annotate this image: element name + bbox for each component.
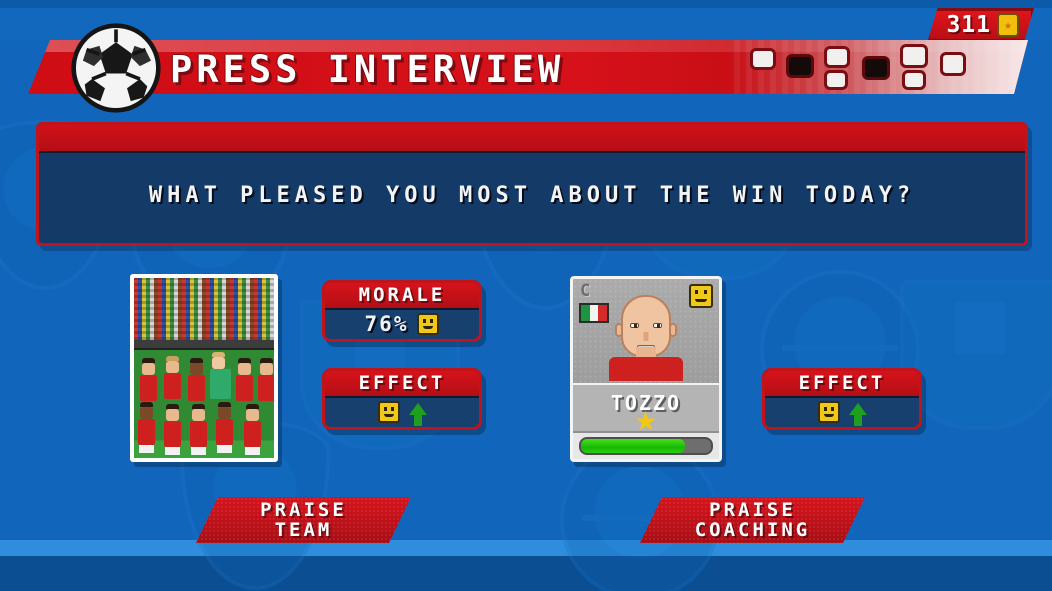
currency-counter[interactable]: 311 ★ — [927, 8, 1034, 42]
gold-star-icon — [635, 412, 657, 431]
team-effect-panel: EFFECT — [322, 368, 482, 430]
hex-tile — [824, 46, 850, 68]
captain-badge: C — [580, 281, 591, 301]
hex-tile — [862, 56, 890, 80]
watermark-cup — [900, 280, 1052, 430]
player-nameplate: TOZZO — [573, 383, 719, 433]
team-morale-panel: MORALE 76% — [322, 280, 482, 342]
photo-player — [188, 358, 205, 401]
team-squad-photo — [130, 274, 278, 462]
smiley-face-icon — [817, 400, 840, 423]
button-texture — [640, 497, 865, 543]
praise-coaching-button[interactable]: PRAISE COACHING — [640, 497, 865, 543]
banner-ball-pattern — [728, 40, 1028, 94]
hex-tile — [824, 70, 848, 90]
effect-body — [765, 398, 919, 426]
coin-star-glyph: ★ — [1004, 17, 1012, 33]
question-panel-topbar — [39, 125, 1025, 153]
hex-tile — [940, 52, 966, 76]
question-panel: WHAT PLEASED YOU MOST ABOUT THE WIN TODA… — [36, 122, 1028, 246]
question-text: WHAT PLEASED YOU MOST ABOUT THE WIN TODA… — [148, 183, 916, 208]
player-portrait: C — [573, 279, 719, 383]
photo-pitch — [134, 350, 274, 458]
effect-caption: EFFECT — [325, 371, 479, 398]
photo-player — [164, 404, 181, 455]
button-texture — [196, 497, 411, 543]
morale-body: 76% — [325, 310, 479, 337]
photo-player — [236, 358, 253, 401]
currency-value: 311 — [946, 12, 991, 38]
nationality-flag-icon — [579, 303, 609, 323]
morale-caption: MORALE — [325, 283, 479, 310]
player-effect-panel: EFFECT — [762, 368, 922, 430]
photo-crowd — [134, 278, 274, 340]
photo-player — [190, 404, 207, 455]
effect-body — [325, 398, 479, 426]
player-condition-fill — [581, 439, 685, 453]
player-condition-bar — [579, 437, 713, 455]
soccer-ball-icon — [71, 23, 161, 113]
hex-tile — [902, 70, 926, 90]
player-face — [609, 295, 683, 381]
coin-icon: ★ — [997, 13, 1019, 37]
effect-caption: EFFECT — [765, 371, 919, 398]
smiley-face-icon — [689, 284, 713, 308]
photo-player — [258, 358, 274, 401]
photo-goalkeeper — [210, 352, 231, 399]
photo-player — [138, 402, 155, 453]
photo-player — [140, 358, 157, 401]
morale-value: 76% — [364, 311, 409, 336]
hex-tile — [786, 54, 814, 78]
page-title: PRESS INTERVIEW — [170, 48, 565, 91]
game-screen: 311 ★ PRESS INTERVIEW WHAT PLEASED YOU M… — [0, 0, 1052, 591]
photo-player — [216, 402, 233, 453]
hex-tile — [900, 44, 928, 68]
photo-player — [164, 356, 181, 399]
photo-player — [244, 404, 261, 455]
green-up-arrow-icon — [848, 402, 867, 426]
player-card[interactable]: C TOZZO — [570, 276, 722, 462]
smiley-face-icon — [377, 400, 400, 423]
smiley-face-icon — [417, 312, 440, 335]
hex-tile — [750, 48, 776, 70]
photo-barrier — [134, 340, 274, 350]
green-up-arrow-icon — [408, 402, 427, 426]
praise-team-button[interactable]: PRAISE TEAM — [196, 497, 411, 543]
